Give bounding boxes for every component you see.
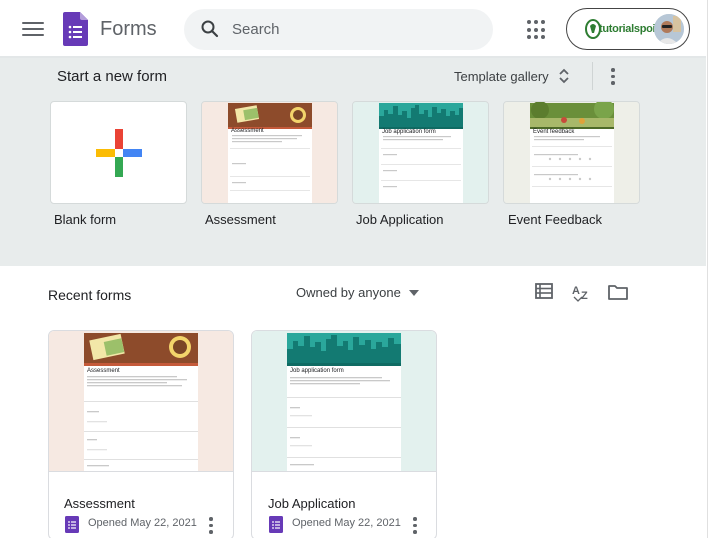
start-new-form-heading: Start a new form: [57, 68, 168, 85]
assessment-thumbnail-image: [49, 331, 233, 471]
template-event-feedback[interactable]: Event feedback: [503, 101, 640, 204]
recent-form-name-assessment: Assessment: [64, 496, 135, 511]
search-bar[interactable]: [184, 9, 493, 50]
job-application-thumbnail-title: Job application form: [290, 368, 344, 374]
recent-form-opened-date: Opened May 22, 2021: [88, 517, 197, 529]
owner-filter-dropdown[interactable]: Owned by anyone: [296, 285, 419, 300]
unfold-more-icon: [559, 68, 569, 84]
assessment-thumbnail-title: Assessment: [87, 368, 120, 374]
template-label-job-application: Job Application: [356, 212, 444, 227]
search-input[interactable]: [232, 19, 472, 39]
assessment-preview-image: [202, 102, 337, 203]
job-application-thumbnail-image: [252, 331, 436, 471]
scrollbar-track[interactable]: [707, 0, 720, 538]
hamburger-menu-icon[interactable]: [20, 18, 46, 40]
template-assessment[interactable]: Assessment: [201, 101, 338, 204]
template-label-blank: Blank form: [54, 212, 117, 227]
folder-icon[interactable]: [608, 284, 628, 300]
event-feedback-preview-image: [504, 102, 639, 203]
forms-logo-icon[interactable]: [63, 12, 88, 46]
job-application-preview-title: Job application form: [382, 129, 436, 135]
template-job-application[interactable]: Job application form: [352, 101, 489, 204]
toolbar-divider: [592, 62, 593, 90]
card-more-options-icon[interactable]: [409, 515, 421, 534]
top-bar: Forms tutorialspoint: [0, 0, 720, 58]
more-vert-icon[interactable]: [604, 66, 622, 86]
assessment-preview-title: Assessment: [231, 128, 264, 134]
plus-icon: [96, 129, 142, 177]
list-view-icon[interactable]: [535, 283, 553, 299]
svg-text:Z: Z: [581, 290, 588, 302]
event-feedback-preview-title: Event feedback: [533, 129, 575, 135]
avatar[interactable]: [654, 14, 684, 44]
owner-filter-label: Owned by anyone: [296, 285, 401, 300]
template-gallery-button[interactable]: Template gallery: [454, 68, 569, 84]
template-gallery-label: Template gallery: [454, 68, 549, 84]
template-label-assessment: Assessment: [205, 212, 276, 227]
template-section: Start a new form Template gallery Blank …: [0, 58, 706, 266]
template-blank-form[interactable]: [50, 101, 187, 204]
recent-forms-heading: Recent forms: [48, 287, 132, 303]
job-application-preview-image: [353, 102, 488, 203]
recent-form-opened-date: Opened May 22, 2021: [292, 517, 401, 529]
recent-form-name-job-application: Job Application: [268, 496, 356, 511]
template-label-event-feedback: Event Feedback: [508, 212, 602, 227]
forms-doc-icon: [65, 516, 79, 533]
card-more-options-icon[interactable]: [205, 515, 217, 534]
google-apps-icon[interactable]: [527, 20, 547, 40]
sort-az-icon[interactable]: A Z: [571, 282, 593, 302]
search-icon[interactable]: [200, 19, 220, 39]
dropdown-arrow-icon: [408, 289, 419, 296]
user-photo-icon: [654, 14, 684, 44]
app-title[interactable]: Forms: [100, 18, 157, 41]
forms-doc-icon: [269, 516, 283, 533]
svg-text:A: A: [572, 285, 580, 297]
